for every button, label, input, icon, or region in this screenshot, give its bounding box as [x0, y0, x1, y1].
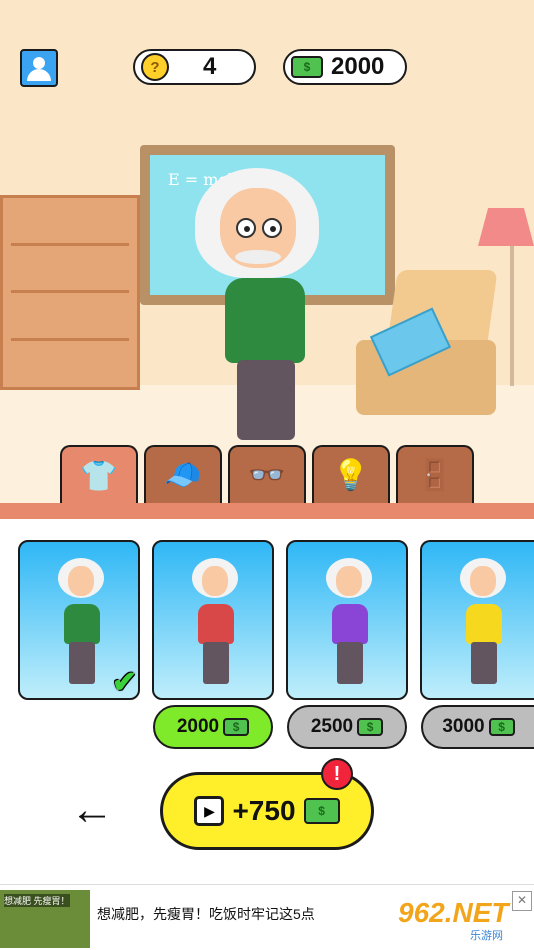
character-eye [236, 218, 256, 238]
bulb-counter: ? 4 [133, 49, 256, 85]
cash-stack-icon: $ [357, 718, 384, 736]
ad-text[interactable]: 想减肥，先瘦胃！吃饭时牢记这5点 [97, 905, 327, 923]
tab-hat[interactable]: 🧢 [144, 445, 222, 503]
cash-stack-icon: $ [303, 798, 340, 824]
shelf-row [11, 290, 129, 293]
price-button-purple[interactable]: 2500 $ [287, 705, 407, 749]
price-label: 2000 [176, 716, 220, 737]
price-label: 3000 [442, 716, 485, 737]
back-button[interactable]: ← [70, 788, 115, 832]
mini-shirt [198, 604, 234, 644]
mini-face [336, 566, 362, 596]
site-logo-subtitle: 乐游网 [470, 930, 503, 942]
character-shirt [225, 278, 305, 363]
tab-shirt[interactable]: 👕 [60, 445, 138, 505]
cash-stack-icon: $ [223, 718, 250, 736]
character-mustache [235, 250, 281, 264]
lightbulb-icon: ? [141, 53, 169, 81]
bookshelf [0, 195, 140, 390]
mini-face [68, 566, 94, 596]
ad-close-button[interactable]: ✕ [512, 891, 532, 911]
character-face [220, 188, 296, 268]
cash-stack-icon: $ [488, 718, 515, 736]
ad-banner[interactable]: 想减肥 先瘦胃！ 想减肥，先瘦胃！吃饭时牢记这5点 962.NET 乐游网 ✕ [0, 884, 534, 950]
outfit-card-purple[interactable] [286, 540, 408, 700]
ad-image-caption: 想减肥 先瘦胃！ [4, 894, 70, 907]
mini-pants [69, 642, 95, 684]
price-button-red[interactable]: 2000 $ [153, 705, 273, 749]
alert-badge: ! [321, 758, 353, 790]
lightbulb-icon: 💡 [332, 458, 370, 492]
mini-shirt [64, 604, 100, 644]
tab-shop[interactable]: 🚪 [396, 445, 474, 503]
mini-shirt [332, 604, 368, 644]
glasses-icon: 👓 [248, 458, 286, 492]
cash-counter: $ 2000 [283, 49, 407, 85]
arrow-left-icon: ← [70, 785, 114, 834]
mini-face [470, 566, 496, 596]
mini-pants [337, 642, 363, 684]
cash-amount: 2000 [331, 53, 385, 80]
character-eye [262, 218, 282, 238]
owned-check-icon: ✔ [112, 666, 138, 699]
mini-shirt [466, 604, 502, 644]
profile-button[interactable] [20, 49, 58, 87]
cash-stack-icon: $ [291, 56, 323, 78]
reward-amount: +750 [232, 795, 296, 826]
tab-glasses[interactable]: 👓 [228, 445, 306, 503]
mini-face [202, 566, 228, 596]
top-bar: ? 4 $ 2000 [0, 0, 534, 100]
lamp-shade [478, 208, 534, 246]
outfit-card-yellow[interactable] [420, 540, 534, 700]
site-logo: 962.NET [398, 897, 509, 928]
shelf-row [11, 338, 129, 341]
play-video-icon: ▶ [194, 796, 225, 826]
outfit-card-red[interactable] [152, 540, 274, 700]
door-cash-icon: 🚪 [416, 458, 454, 492]
armchair [336, 270, 501, 418]
mini-pants [471, 642, 497, 684]
shirt-icon: 👕 [80, 459, 118, 493]
lamp-pole [510, 246, 514, 386]
mini-pants [203, 642, 229, 684]
cap-icon: 🧢 [164, 458, 202, 492]
tab-bulb[interactable]: 💡 [312, 445, 390, 503]
bulb-count: 4 [203, 53, 217, 80]
price-label: 2500 [310, 716, 354, 737]
ad-image[interactable]: 想减肥 先瘦胃！ [0, 890, 90, 948]
shelf-row [11, 243, 129, 246]
scientist-character [195, 160, 325, 445]
character-pants [237, 360, 295, 440]
price-button-yellow[interactable]: 3000 $ [421, 705, 534, 749]
